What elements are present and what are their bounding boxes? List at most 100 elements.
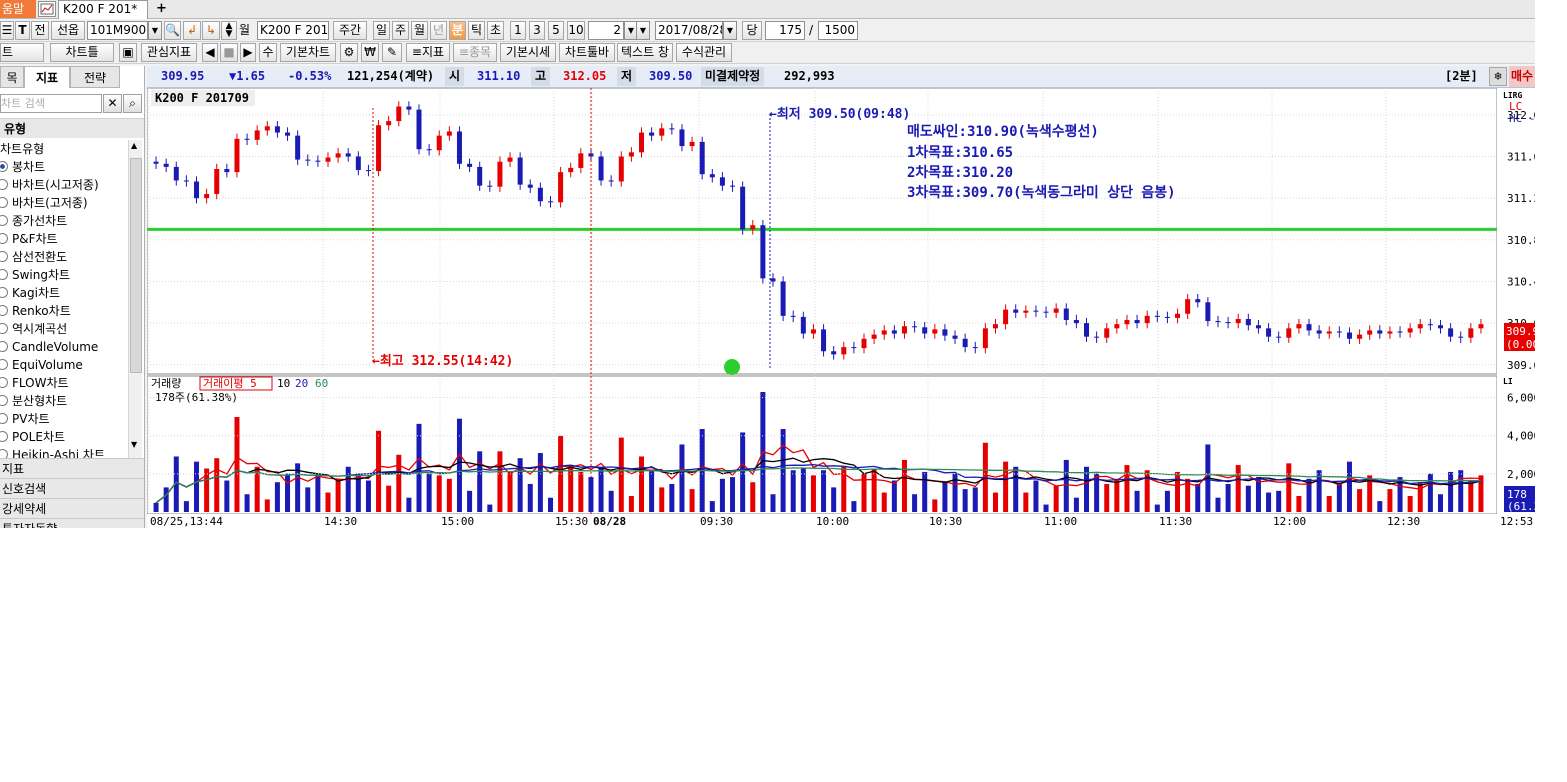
all-mode-button[interactable]: 전 [31, 21, 49, 40]
next-icon[interactable]: ↳ [202, 21, 220, 40]
watch-indicator-button[interactable]: 관심지표 [141, 43, 197, 62]
chart-search-input[interactable]: 차트 검색 [0, 94, 102, 113]
period-tick-button[interactable]: 틱 [468, 21, 485, 40]
scroll-down-icon[interactable]: ▼ [131, 440, 137, 449]
code-input[interactable]: 101M9000 [87, 21, 148, 40]
chart-menu-button[interactable]: 트 [0, 43, 44, 62]
investor-trend-section[interactable]: 투자자동향 [0, 518, 144, 528]
chart-type-item[interactable]: 봉차트 [0, 158, 45, 176]
basic-quote-button[interactable]: 기본시세 [500, 43, 556, 62]
radio-icon[interactable] [0, 233, 8, 244]
date-input[interactable]: 2017/08/28 [655, 21, 723, 40]
chart-type-item[interactable]: Swing차트 [0, 266, 70, 284]
radio-icon[interactable] [0, 395, 8, 406]
period-minute-button[interactable]: 분 [449, 21, 466, 40]
chart-type-item[interactable]: P&F차트 [0, 230, 58, 248]
radio-icon[interactable] [0, 287, 8, 298]
interval-dropdown-icon[interactable]: ▼ [636, 21, 650, 40]
basic-chart-button[interactable]: 기본차트 [280, 43, 336, 62]
chart-toolbar-button[interactable]: 차트툴바 [559, 43, 615, 62]
count-input[interactable]: 175 [765, 21, 805, 40]
interval-1-button[interactable]: 1 [510, 21, 526, 40]
strength-section[interactable]: 강세약세 [0, 498, 144, 518]
radio-icon[interactable] [0, 341, 8, 352]
radio-icon[interactable] [0, 377, 8, 388]
chart-type-item[interactable]: 종가선차트 [0, 212, 67, 230]
radio-icon[interactable] [0, 215, 8, 226]
won-button[interactable]: ₩ [361, 43, 379, 62]
prev-icon[interactable]: ↲ [183, 21, 201, 40]
volume-axis-controls[interactable]: LI [1503, 377, 1513, 386]
indicator-section[interactable]: 지표 [0, 458, 144, 478]
radio-icon[interactable] [0, 197, 8, 208]
formula-manage-button[interactable]: 수식관리 [676, 43, 732, 62]
radio-icon[interactable] [0, 179, 8, 190]
chart-area[interactable]: K200 F 201709 ←최저 309.50(09:48) ←최고 312.… [146, 87, 1535, 528]
interval-input[interactable]: 2 [588, 21, 624, 40]
tab-indicator[interactable]: 지표 [24, 66, 70, 88]
chart-type-item[interactable]: 바차트(고저종) [0, 194, 88, 212]
axis-controls[interactable]: LIRG [1503, 91, 1522, 100]
text-tool-icon[interactable]: T [15, 21, 30, 40]
period-year-button[interactable]: 년 [430, 21, 447, 40]
clear-search-icon[interactable]: ✕ [103, 94, 122, 113]
chart-type-item[interactable]: 바차트(시고저종) [0, 176, 99, 194]
chart-type-item[interactable]: POLE차트 [0, 428, 65, 446]
chart-type-item[interactable]: Renko차트 [0, 302, 71, 320]
period-second-button[interactable]: 초 [487, 21, 504, 40]
radio-icon[interactable] [0, 251, 8, 262]
radio-icon[interactable] [0, 359, 8, 370]
radio-icon[interactable] [0, 431, 8, 442]
interval-3-button[interactable]: 3 [529, 21, 545, 40]
chart-type-item[interactable]: CandleVolume [0, 338, 98, 356]
chart-tab-k200[interactable]: K200 F 201* [58, 0, 148, 19]
futures-options-button[interactable]: 선옵 [51, 21, 85, 40]
period-week-button[interactable]: 주 [392, 21, 409, 40]
save-icon[interactable]: ▣ [119, 43, 137, 62]
add-tab-button[interactable]: + [156, 0, 167, 18]
buy-button[interactable]: 매수 [1509, 66, 1535, 87]
symbol-button[interactable]: ≡종목 [453, 43, 497, 62]
list-icon[interactable]: ☰ [0, 21, 14, 40]
chart-type-item[interactable]: PV차트 [0, 410, 50, 428]
code-dropdown-icon[interactable]: ▼ [148, 21, 162, 40]
scroll-right-icon[interactable]: ▶ [240, 43, 256, 62]
total-count-input[interactable]: 1500 [818, 21, 858, 40]
scroll-up-icon[interactable]: ▲ [131, 141, 137, 150]
help-tab[interactable]: 움말 [0, 0, 36, 18]
radio-icon[interactable] [0, 323, 8, 334]
tool-icon[interactable]: ✎ [382, 43, 402, 62]
settings-icon[interactable]: ⚙ [340, 43, 358, 62]
radio-icon[interactable] [0, 305, 8, 316]
indicator-button[interactable]: ≡지표 [406, 43, 450, 62]
tab-strategy[interactable]: 전략 [70, 66, 120, 88]
chart-canvas[interactable]: K200 F 201709 ←최저 309.50(09:48) ←최고 312.… [146, 87, 1535, 528]
chart-type-item[interactable]: 역시계곡선 [0, 320, 67, 338]
scrollbar-thumb[interactable] [130, 158, 142, 373]
list-scrollbar[interactable]: ▲ ▼ [128, 140, 142, 458]
chart-type-item[interactable]: FLOW차트 [0, 374, 69, 392]
period-month-button[interactable]: 월 [411, 21, 428, 40]
period-weekly-button[interactable]: 주간 [333, 21, 367, 40]
date-dropdown-icon[interactable]: ▼ [723, 21, 737, 40]
spin-icon[interactable]: ▲ ▼ [221, 21, 237, 40]
text-window-button[interactable]: 텍스트 창 [617, 43, 673, 62]
interval-10-button[interactable]: 10 [567, 21, 585, 40]
stop-icon[interactable]: ■ [220, 43, 238, 62]
chart-window-icon[interactable] [38, 1, 56, 17]
search-icon[interactable]: ⌕ [123, 94, 142, 113]
scroll-left-icon[interactable]: ◀ [202, 43, 218, 62]
type-section-header[interactable]: 유형 [0, 118, 144, 138]
chart-frame-button[interactable]: 차트틀 [50, 43, 114, 62]
settings-icon[interactable]: ❄ [1489, 67, 1507, 86]
signal-search-section[interactable]: 신호검색 [0, 478, 144, 498]
radio-icon[interactable] [0, 161, 8, 172]
chart-type-item[interactable]: 삼선전환도 [0, 248, 67, 266]
radio-icon[interactable] [0, 269, 8, 280]
interval-5-button[interactable]: 5 [548, 21, 564, 40]
chart-type-item[interactable]: 분산형차트 [0, 392, 67, 410]
radio-icon[interactable] [0, 413, 8, 424]
chart-type-item[interactable]: Kagi차트 [0, 284, 60, 302]
period-day-button[interactable]: 일 [373, 21, 390, 40]
count-button[interactable]: 수 [259, 43, 277, 62]
